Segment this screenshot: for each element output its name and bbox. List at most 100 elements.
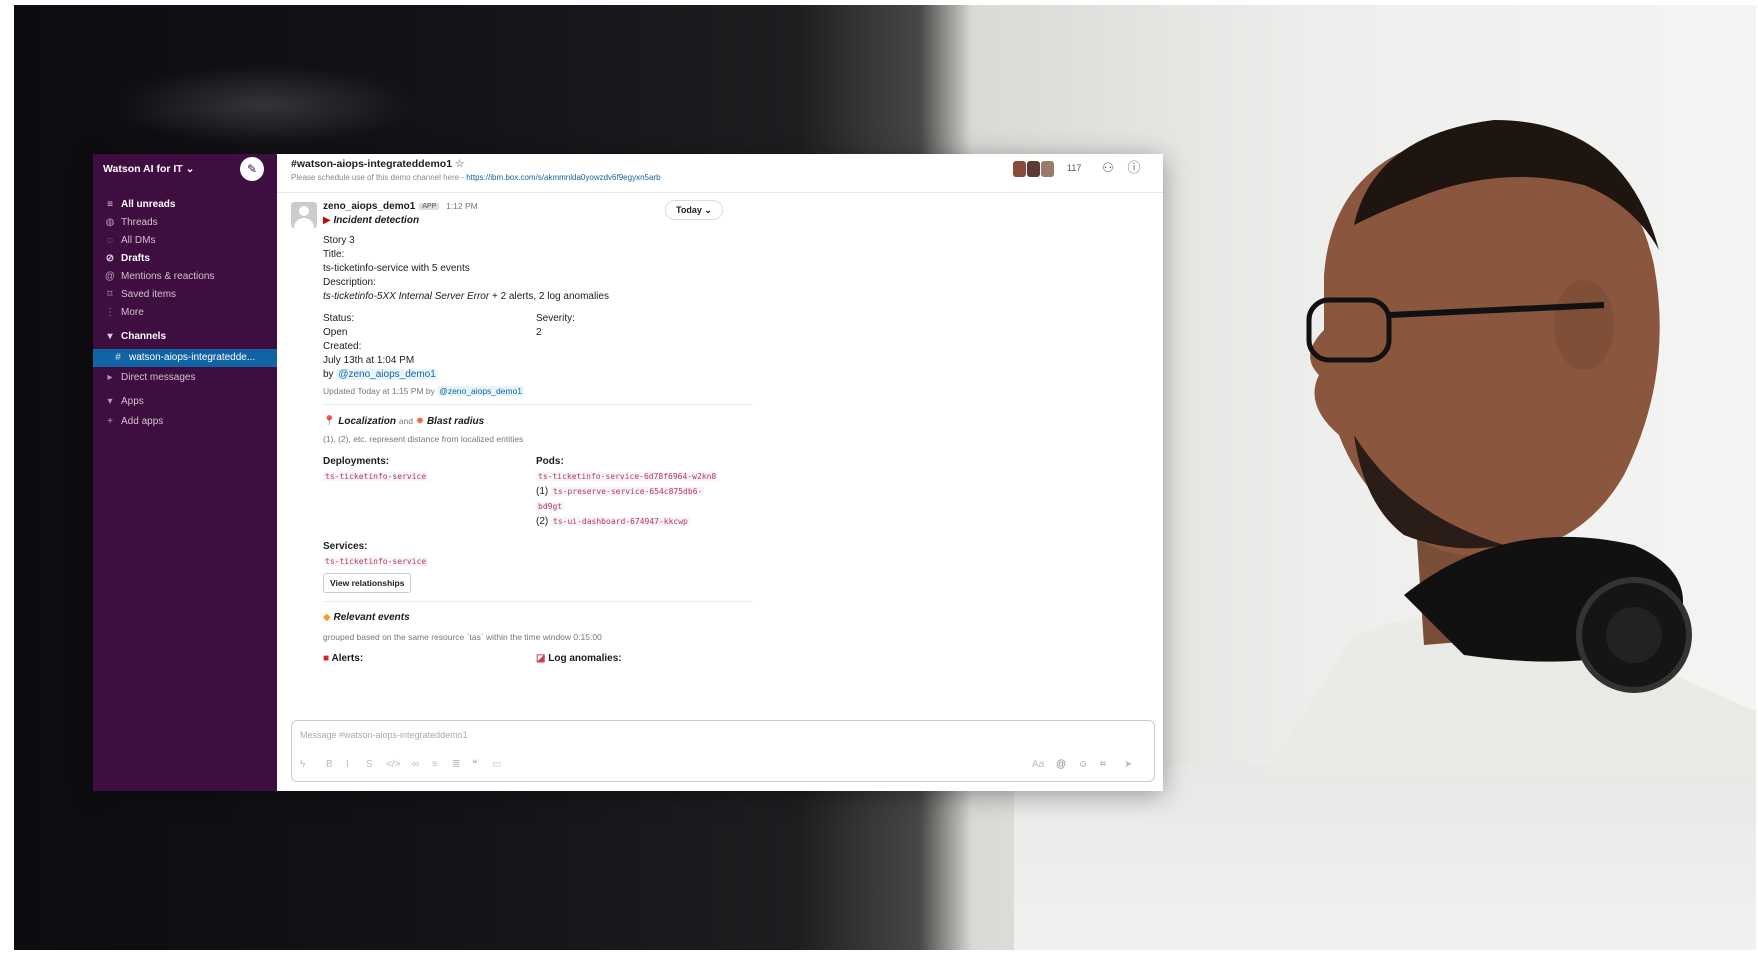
deployment-value: ts-ticketinfo-service	[323, 472, 429, 481]
incident-heading: ▶ Incident detection	[323, 215, 420, 226]
localization-heading: 📍 Localization and ✸ Blast radius	[323, 416, 485, 427]
message-list: zeno_aiops_demo1 APP 1:12 PM Today ⌄ ▶ In…	[277, 192, 1163, 712]
code-icon[interactable]: </>	[386, 759, 400, 770]
strike-icon[interactable]: S	[366, 759, 373, 770]
updated-note: Updated Today at 1:15 PM by @zeno_aiops_…	[323, 386, 525, 396]
user-mention[interactable]: @zeno_aiops_demo1	[336, 369, 438, 380]
caret-down-icon: ▾	[107, 331, 113, 342]
info-icon[interactable]: ⓘ	[1126, 160, 1142, 176]
quote-icon[interactable]: ❝	[472, 759, 477, 770]
channel-name[interactable]: #watson-aiops-integrateddemo1 ☆	[291, 158, 464, 170]
threads-icon: ◍	[105, 217, 115, 228]
sidebar-item-active-channel[interactable]: # watson-aiops-integratedde...	[93, 349, 277, 367]
workspace-name[interactable]: Watson AI for IT ⌄	[103, 163, 194, 175]
sidebar-item-saved[interactable]: ⌑ Saved items	[103, 286, 176, 304]
pod-value: (2) ts-ui-dashboard-674947-kkcwp	[536, 516, 690, 527]
severity-label: Severity:	[536, 313, 575, 324]
created-by: by @zeno_aiops_demo1	[323, 369, 438, 380]
numbered-list-icon[interactable]: ≣	[452, 759, 460, 770]
description-label: Description:	[323, 277, 376, 288]
severity-value: 2	[536, 327, 542, 338]
star-icon[interactable]: ☆	[455, 158, 464, 170]
main-pane: #watson-aiops-integrateddemo1 ☆ Please s…	[277, 154, 1163, 791]
avatar	[1027, 160, 1040, 177]
alerts-label: ■ Alerts:	[323, 653, 364, 664]
pod-value: ts-ticketinfo-service-6d78f6964-w2kn8	[536, 472, 719, 481]
slack-window: Watson AI for IT ⌄ ✎ ≡ All unreads ◍ Threa…	[93, 154, 1163, 791]
plus-icon: +	[107, 416, 113, 427]
pin-icon: 📍	[323, 416, 336, 427]
emoji-icon[interactable]: ☺	[1078, 759, 1088, 770]
deployments-label: Deployments:	[323, 456, 390, 467]
sidebar: Watson AI for IT ⌄ ✎ ≡ All unreads ◍ Threa…	[93, 154, 277, 791]
story-text: Story 3	[323, 235, 355, 246]
app-badge: APP	[419, 202, 440, 210]
avatar	[1013, 160, 1026, 177]
description-value: ts-ticketinfo-5XX Internal Server Error …	[323, 291, 609, 302]
mention-icon[interactable]: @	[1056, 759, 1066, 770]
grouped-note: grouped based on the same resource `tas`…	[323, 632, 602, 642]
status-label: Status:	[323, 313, 355, 324]
view-relationships-button[interactable]: View relationships	[323, 573, 412, 593]
sidebar-item-add-apps[interactable]: + Add apps	[103, 413, 163, 431]
created-label: Created:	[323, 341, 362, 352]
relevant-events-heading: ◆ Relevant events	[323, 612, 410, 623]
pod-value: bd9gt	[536, 502, 565, 511]
sidebar-item-threads[interactable]: ◍ Threads	[103, 214, 158, 232]
text-format-icon[interactable]: Aa	[1032, 759, 1044, 770]
bold-icon[interactable]: B	[326, 759, 333, 770]
sidebar-item-all-dms[interactable]: ◌ All DMs	[103, 232, 155, 250]
message-time[interactable]: 1:12 PM	[446, 201, 478, 211]
channel-link[interactable]: https://ibm.box.com/s/akmmnlda0yowzdv6f9…	[466, 173, 660, 182]
desk-surface	[1014, 765, 1756, 950]
pod-value: (1) ts-preserve-service-654c875db6-	[536, 486, 705, 497]
avatar	[1041, 160, 1054, 177]
attachment-icon[interactable]: ⌗	[1100, 759, 1106, 770]
lightning-icon[interactable]: ϟ	[300, 759, 305, 770]
person-with-headphones-illustration	[1264, 120, 1756, 775]
mentions-icon: @	[104, 271, 116, 282]
divider	[323, 601, 753, 602]
dms-icon: ◌	[107, 235, 113, 246]
created-value: July 13th at 1:04 PM	[323, 355, 415, 366]
chart-icon: ◪	[536, 653, 546, 664]
status-value: Open	[323, 327, 348, 338]
drafts-icon: ⊘	[105, 253, 115, 264]
send-icon[interactable]: ➤	[1124, 759, 1132, 770]
member-avatars[interactable]	[1013, 160, 1055, 178]
message-author[interactable]: zeno_aiops_demo1	[323, 201, 415, 212]
sidebar-item-mentions[interactable]: @ Mentions & reactions	[103, 268, 214, 286]
avatar[interactable]	[291, 202, 317, 228]
user-mention[interactable]: @zeno_aiops_demo1	[437, 386, 525, 396]
diamond-icon: ◆	[323, 612, 331, 623]
flag-icon: ▶	[323, 215, 331, 226]
code-block-icon[interactable]: ▭	[492, 759, 501, 770]
list-icon[interactable]: ≡	[432, 759, 438, 770]
channel-description: Please schedule use of this demo channel…	[291, 173, 661, 182]
log-anomalies-label: ◪ Log anomalies:	[536, 653, 622, 664]
channel-header: #watson-aiops-integrateddemo1 ☆ Please s…	[277, 154, 1163, 193]
member-count[interactable]: 117	[1067, 163, 1081, 173]
sidebar-section-dms[interactable]: ▸ Direct messages	[103, 369, 195, 387]
services-label: Services:	[323, 541, 368, 552]
title-value: ts-ticketinfo-service with 5 events	[323, 263, 470, 274]
link-icon[interactable]: ∞	[412, 759, 419, 770]
compose-icon[interactable]: ✎	[240, 157, 264, 181]
title-label: Title:	[323, 249, 345, 260]
pods-label: Pods:	[536, 456, 564, 467]
sidebar-section-channels[interactable]: ▾ Channels	[103, 328, 166, 346]
message-composer[interactable]: Message #watson-aiops-integrateddemo1 ϟ …	[291, 720, 1155, 782]
sidebar-item-drafts[interactable]: ⊘ Drafts	[103, 250, 150, 268]
sidebar-item-all-unreads[interactable]: ≡ All unreads	[103, 196, 175, 214]
sidebar-section-apps[interactable]: ▾ Apps	[103, 393, 143, 411]
sidebar-item-more[interactable]: ⋮ More	[103, 304, 144, 322]
hash-icon: #	[115, 352, 121, 363]
date-divider-button[interactable]: Today ⌄	[665, 200, 723, 220]
add-member-icon[interactable]: ⚇	[1100, 160, 1116, 176]
caret-right-icon: ▸	[107, 372, 113, 383]
bookmark-icon: ⌑	[107, 289, 113, 300]
italic-icon[interactable]: I	[346, 759, 349, 770]
background-light	[114, 65, 414, 145]
message-header: zeno_aiops_demo1 APP 1:12 PM	[323, 201, 478, 212]
divider	[323, 404, 753, 405]
